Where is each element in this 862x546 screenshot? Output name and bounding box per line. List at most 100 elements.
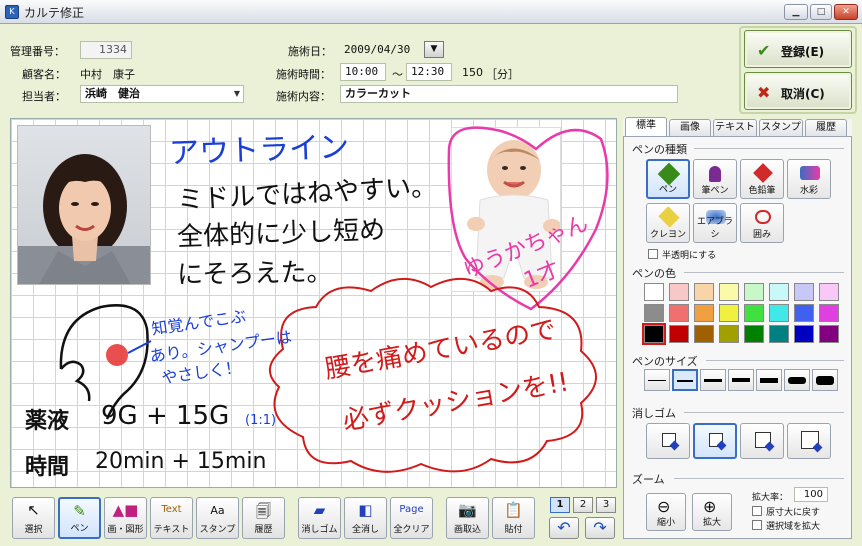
pen-size-button[interactable] bbox=[728, 369, 754, 391]
tab-image[interactable]: 画像 bbox=[669, 119, 711, 136]
pen-size-button[interactable] bbox=[784, 369, 810, 391]
zoom-out-button[interactable]: ⊖ 縮小 bbox=[646, 493, 686, 531]
tab-standard[interactable]: 標準 bbox=[625, 117, 667, 136]
eraser-medium-button[interactable] bbox=[693, 423, 737, 459]
full-clear-button[interactable]: Page 全クリア bbox=[390, 497, 433, 539]
color-swatch[interactable] bbox=[719, 304, 739, 322]
zoom-selection-checkbox[interactable] bbox=[752, 520, 762, 530]
clear-all-label: 全消し bbox=[351, 525, 379, 535]
history-tool-button[interactable]: 🗐 履歴 bbox=[242, 497, 285, 539]
undo-button[interactable]: ↶ bbox=[549, 517, 579, 539]
stamp-tool-button[interactable]: Aa スタンプ bbox=[196, 497, 239, 539]
tool-panel: 標準 画像 テキスト スタンプ 履歴 ペンの種類 ペン 筆ペン 色鉛筆 水彩 ク… bbox=[623, 117, 852, 539]
zoom-in-button[interactable]: ⊕ 拡大 bbox=[692, 493, 732, 531]
color-swatch[interactable] bbox=[819, 325, 839, 343]
page-1-button[interactable]: 1 bbox=[550, 497, 570, 513]
color-swatch[interactable] bbox=[744, 283, 764, 301]
treatment-content-field[interactable]: カラーカット bbox=[340, 85, 678, 103]
color-swatch[interactable] bbox=[819, 283, 839, 301]
color-swatch[interactable] bbox=[769, 325, 789, 343]
redo-button[interactable]: ↷ bbox=[585, 517, 615, 539]
page-2-button[interactable]: 2 bbox=[573, 497, 593, 513]
pen-tool-toolbar-button[interactable]: ✎ ペン bbox=[58, 497, 101, 539]
color-swatch[interactable] bbox=[769, 304, 789, 322]
paste-label: 貼付 bbox=[504, 525, 523, 535]
color-swatch[interactable] bbox=[819, 304, 839, 322]
zoom-in-label: 拡大 bbox=[702, 518, 721, 528]
crayon-button[interactable]: クレヨン bbox=[646, 203, 690, 243]
clear-all-button[interactable]: ◧ 全消し bbox=[344, 497, 387, 539]
drawing-canvas[interactable]: アウトライン ミドルではねやすい。 全体的に少し短め にそろえた。 ゆうかちゃん… bbox=[10, 118, 617, 488]
color-swatch[interactable] bbox=[794, 325, 814, 343]
register-button[interactable]: ✔ 登録(E) bbox=[744, 30, 852, 68]
semitransparent-checkbox[interactable] bbox=[648, 249, 658, 259]
color-swatch[interactable] bbox=[794, 283, 814, 301]
pen-size-button[interactable] bbox=[812, 369, 838, 391]
text-tool-button[interactable]: Text テキスト bbox=[150, 497, 193, 539]
page-3-button[interactable]: 3 bbox=[596, 497, 616, 513]
color-swatch[interactable] bbox=[669, 283, 689, 301]
color-swatch[interactable] bbox=[669, 325, 689, 343]
brush-pen-button[interactable]: 筆ペン bbox=[693, 159, 737, 199]
color-swatch[interactable] bbox=[744, 304, 764, 322]
color-pencil-button[interactable]: 色鉛筆 bbox=[740, 159, 784, 199]
color-swatch[interactable] bbox=[644, 304, 664, 322]
color-swatch[interactable] bbox=[719, 325, 739, 343]
watercolor-button[interactable]: 水彩 bbox=[787, 159, 831, 199]
minimize-button[interactable]: ▁ bbox=[784, 4, 808, 20]
color-swatch[interactable] bbox=[694, 304, 714, 322]
pen-tool-button[interactable]: ペン bbox=[646, 159, 690, 199]
pen-size-button[interactable] bbox=[756, 369, 782, 391]
select-tool-button[interactable]: ↖ 選択 bbox=[12, 497, 55, 539]
eraser-xlarge-button[interactable] bbox=[787, 423, 831, 459]
pen-size-button[interactable] bbox=[644, 369, 670, 391]
color-swatch[interactable] bbox=[642, 323, 666, 345]
eraser-toolbar-label: 消しゴム bbox=[301, 525, 338, 535]
reset-size-checkbox[interactable] bbox=[752, 506, 762, 516]
pen-size-button[interactable] bbox=[700, 369, 726, 391]
zoom-rate-field[interactable]: 100 bbox=[794, 487, 828, 502]
paste-button[interactable]: 📋 貼付 bbox=[492, 497, 535, 539]
app-icon: K bbox=[5, 5, 19, 19]
duration-value: 150 bbox=[462, 66, 483, 79]
color-swatch[interactable] bbox=[769, 283, 789, 301]
camera-icon: 📷 bbox=[458, 501, 477, 519]
brush-pen-icon bbox=[709, 166, 721, 182]
zoom-in-icon: ⊕ bbox=[703, 497, 717, 516]
color-swatch[interactable] bbox=[669, 304, 689, 322]
tab-stamp[interactable]: スタンプ bbox=[759, 119, 803, 136]
eraser-large-button[interactable] bbox=[740, 423, 784, 459]
time-label: 施術時間： bbox=[276, 68, 331, 81]
pencil-icon: ✎ bbox=[73, 502, 86, 520]
clear-icon: ◧ bbox=[358, 501, 373, 519]
color-swatch[interactable] bbox=[794, 304, 814, 322]
customer-label: 顧客名： bbox=[22, 68, 66, 81]
calendar-dropdown-button[interactable]: ▼ bbox=[424, 41, 444, 58]
history-tool-label: 履歴 bbox=[254, 525, 273, 535]
color-swatch[interactable] bbox=[719, 283, 739, 301]
maximize-button[interactable]: □ bbox=[810, 4, 832, 20]
line-width-icon bbox=[732, 378, 750, 382]
shape-tool-button[interactable]: ▲■ 画・図形 bbox=[104, 497, 147, 539]
color-swatch[interactable] bbox=[644, 283, 664, 301]
line-width-icon bbox=[677, 380, 693, 382]
eraser-toolbar-button[interactable]: ▰ 消しゴム bbox=[298, 497, 341, 539]
tab-text[interactable]: テキスト bbox=[713, 119, 757, 136]
close-button[interactable]: ✕ bbox=[834, 4, 858, 20]
color-swatch[interactable] bbox=[694, 283, 714, 301]
note-line-3: にそろえた。 bbox=[176, 257, 333, 291]
time-start-field[interactable]: 10:00 bbox=[340, 63, 386, 81]
color-swatch[interactable] bbox=[744, 325, 764, 343]
eraser-small-button[interactable] bbox=[646, 423, 690, 459]
cancel-button[interactable]: ✖ 取消(C) bbox=[744, 72, 852, 110]
import-image-button[interactable]: 📷 画取込 bbox=[446, 497, 489, 539]
tab-history[interactable]: 履歴 bbox=[805, 119, 847, 136]
drug-ratio: (1:1) bbox=[245, 413, 277, 428]
airbrush-button[interactable]: エアブラシ bbox=[693, 203, 737, 243]
outline-heading: アウトライン bbox=[168, 129, 350, 172]
enclose-button[interactable]: 囲み bbox=[740, 203, 784, 243]
staff-select[interactable]: 浜崎 健治 ▼ bbox=[80, 85, 244, 103]
pen-size-button[interactable] bbox=[672, 369, 698, 391]
time-end-field[interactable]: 12:30 bbox=[406, 63, 452, 81]
color-swatch[interactable] bbox=[694, 325, 714, 343]
